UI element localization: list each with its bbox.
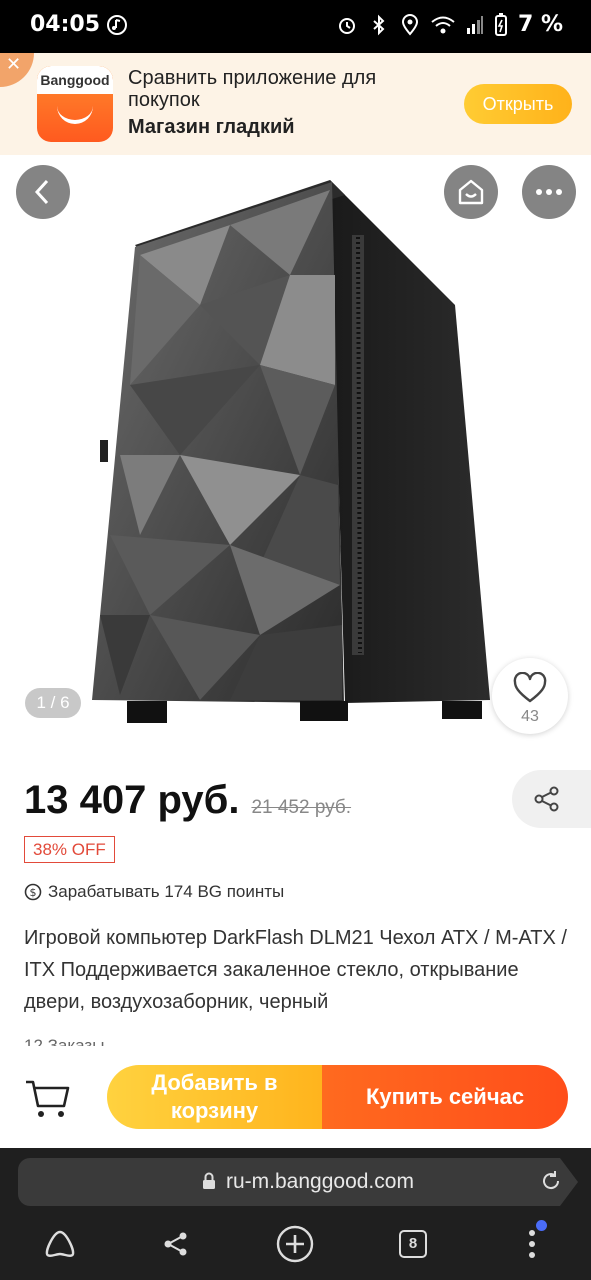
current-price: 13 407 руб. bbox=[24, 778, 240, 822]
new-tab-button[interactable] bbox=[275, 1224, 315, 1264]
status-bar: 04:05 7 % bbox=[0, 0, 591, 53]
share-icon bbox=[534, 786, 559, 812]
open-app-button[interactable]: Открыть bbox=[464, 84, 572, 124]
plus-circle-icon bbox=[276, 1225, 314, 1263]
chevron-left-icon bbox=[34, 179, 49, 205]
cart-button[interactable] bbox=[24, 1078, 72, 1122]
banner-close-button[interactable]: ✕ bbox=[0, 53, 34, 87]
browser-toolbar: ru-m.banggood.com 8 bbox=[0, 1148, 591, 1280]
cart-icon bbox=[26, 1080, 70, 1117]
product-title: Игровой компьютер DarkFlash DLM21 Чехол … bbox=[24, 927, 567, 1013]
svg-text:$: $ bbox=[30, 886, 37, 899]
vertical-dots-icon bbox=[529, 1230, 535, 1258]
browser-menu-button[interactable] bbox=[512, 1224, 552, 1264]
lock-icon bbox=[203, 1172, 215, 1189]
signal-icon bbox=[466, 15, 483, 34]
product-image-pc-case bbox=[92, 180, 490, 723]
banner-title: Сравнить приложение для покупок bbox=[128, 67, 377, 111]
back-button[interactable] bbox=[16, 165, 70, 219]
logo-text: Banggood bbox=[37, 66, 113, 94]
browser-share-button[interactable] bbox=[156, 1224, 196, 1264]
status-time: 04:05 bbox=[30, 12, 101, 37]
points-coin-icon: $ bbox=[24, 883, 42, 901]
orders-count: 12 Заказы bbox=[24, 1036, 105, 1046]
add-to-cart-button[interactable]: Добавить в корзину bbox=[107, 1065, 322, 1129]
app-install-banner: ✕ Banggood Сравнить приложение для покуп… bbox=[0, 53, 591, 155]
home-smile-icon bbox=[458, 179, 484, 205]
bg-points: $ Зарабатывать 174 BG поинты bbox=[24, 882, 284, 902]
bluetooth-icon bbox=[373, 14, 385, 35]
url-text: ru-m.banggood.com bbox=[226, 1170, 414, 1193]
address-bar[interactable]: ru-m.banggood.com bbox=[18, 1158, 560, 1206]
heart-icon bbox=[513, 672, 547, 703]
image-counter: 1 / 6 bbox=[25, 688, 81, 718]
more-dots-icon bbox=[536, 189, 562, 195]
location-icon bbox=[401, 13, 418, 36]
banner-subtitle: Магазин гладкий bbox=[128, 116, 295, 138]
reload-icon[interactable] bbox=[540, 1170, 562, 1192]
home-button[interactable] bbox=[444, 165, 498, 219]
wifi-icon bbox=[431, 16, 455, 33]
browser-home-button[interactable] bbox=[40, 1224, 80, 1264]
banggood-app-logo: Banggood bbox=[37, 66, 113, 142]
buy-now-button[interactable]: Купить сейчас bbox=[322, 1065, 568, 1129]
points-text: Зарабатывать 174 BG поинты bbox=[48, 882, 285, 901]
wishlist-button[interactable]: 43 bbox=[492, 658, 568, 734]
price-row: 13 407 руб. 21 452 руб. bbox=[24, 778, 351, 823]
purchase-action-bar: Добавить в корзину Купить сейчас bbox=[0, 1048, 591, 1148]
battery-percent: 7 % bbox=[517, 12, 563, 37]
battery-icon bbox=[494, 12, 507, 36]
discount-badge: 38% OFF bbox=[24, 836, 115, 863]
alarm-icon bbox=[338, 17, 355, 34]
share-icon bbox=[164, 1232, 187, 1256]
tab-count: 8 bbox=[399, 1230, 427, 1258]
music-app-icon bbox=[107, 15, 127, 35]
menu-notification-dot bbox=[536, 1220, 547, 1231]
alice-assistant-icon bbox=[45, 1230, 75, 1257]
share-button[interactable] bbox=[512, 770, 591, 828]
tabs-button[interactable]: 8 bbox=[393, 1224, 433, 1264]
more-options-button[interactable] bbox=[522, 165, 576, 219]
likes-count: 43 bbox=[521, 708, 539, 725]
browser-nav: 8 bbox=[0, 1218, 591, 1274]
original-price: 21 452 руб. bbox=[251, 797, 352, 818]
product-gallery[interactable]: 1 / 6 43 bbox=[0, 155, 591, 750]
